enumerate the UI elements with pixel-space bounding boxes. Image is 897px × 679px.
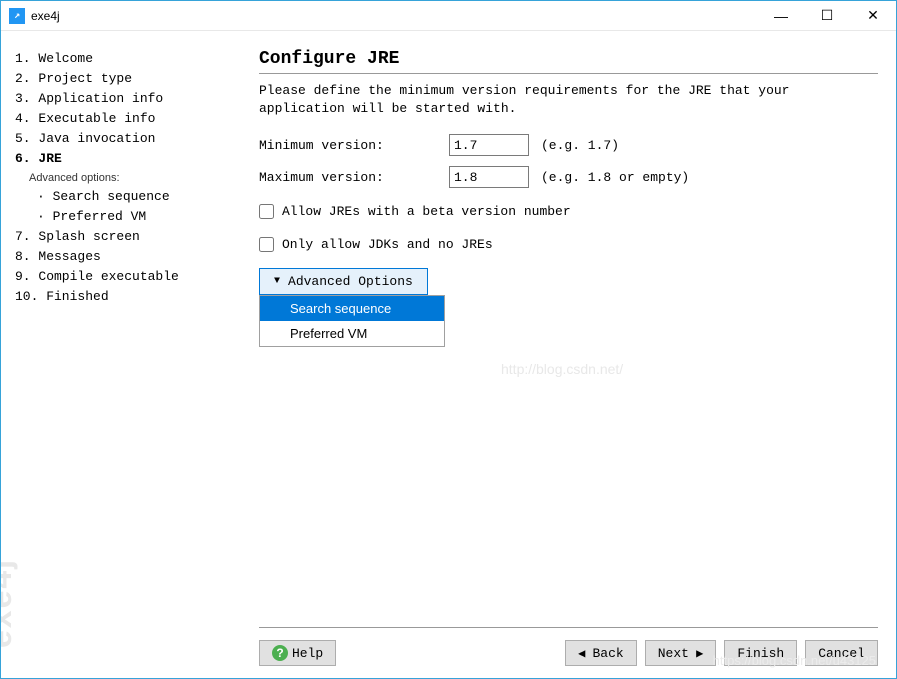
next-button[interactable]: Next ▶ — [645, 640, 717, 666]
sidebar-step-finished[interactable]: 10. Finished — [15, 287, 231, 307]
help-icon: ? — [272, 645, 288, 661]
sidebar-step-java-invocation[interactable]: 5. Java invocation — [15, 129, 231, 149]
sidebar-step-welcome[interactable]: 1. Welcome — [15, 49, 231, 69]
sidebar-sub-search-sequence[interactable]: · Search sequence — [37, 187, 231, 207]
allow-beta-label: Allow JREs with a beta version number — [282, 204, 571, 219]
advanced-options-button[interactable]: ▼ Advanced Options — [259, 268, 428, 295]
only-jdk-checkbox[interactable] — [259, 237, 274, 252]
min-version-label: Minimum version: — [259, 138, 449, 153]
sidebar-step-messages[interactable]: 8. Messages — [15, 247, 231, 267]
max-version-row: Maximum version: (e.g. 1.8 or empty) — [259, 166, 878, 188]
footer-divider — [259, 627, 878, 628]
footer-buttons: ? Help ◀ Back Next ▶ Finish — [259, 640, 878, 666]
allow-beta-checkbox[interactable] — [259, 204, 274, 219]
footer: ? Help ◀ Back Next ▶ Finish — [259, 627, 878, 666]
page-description: Please define the minimum version requir… — [259, 82, 878, 118]
sidebar-step-project-type[interactable]: 2. Project type — [15, 69, 231, 89]
max-version-label: Maximum version: — [259, 170, 449, 185]
help-button[interactable]: ? Help — [259, 640, 336, 666]
window-title: exe4j — [31, 9, 758, 23]
dropdown-item-search-sequence[interactable]: Search sequence — [260, 296, 444, 321]
sidebar-step-executable-info[interactable]: 4. Executable info — [15, 109, 231, 129]
arrow-left-icon: ◀ — [578, 646, 592, 661]
sidebar: 1. Welcome 2. Project type 3. Applicatio… — [1, 31, 241, 678]
finish-label: Finish — [737, 646, 784, 661]
content-area: 1. Welcome 2. Project type 3. Applicatio… — [1, 31, 896, 678]
cancel-label: Cancel — [818, 646, 865, 661]
sidebar-step-compile-executable[interactable]: 9. Compile executable — [15, 267, 231, 287]
max-version-input[interactable] — [449, 166, 529, 188]
triangle-down-icon: ▼ — [274, 276, 280, 287]
sidebar-watermark: exe4j — [1, 558, 19, 648]
advanced-options-label: Advanced Options — [288, 274, 413, 289]
back-label: Back — [593, 646, 624, 661]
only-jdk-label: Only allow JDKs and no JREs — [282, 237, 493, 252]
titlebar: ↗ exe4j — ☐ ✕ — [1, 1, 896, 31]
dropdown-item-preferred-vm[interactable]: Preferred VM — [260, 321, 444, 346]
help-label: Help — [292, 646, 323, 661]
advanced-options-dropdown: Search sequence Preferred VM — [259, 295, 445, 347]
min-version-hint: (e.g. 1.7) — [541, 138, 619, 153]
allow-beta-row: Allow JREs with a beta version number — [259, 204, 878, 219]
page-title: Configure JRE — [259, 49, 878, 69]
app-icon: ↗ — [9, 8, 25, 24]
close-button[interactable]: ✕ — [850, 1, 896, 31]
min-version-row: Minimum version: (e.g. 1.7) — [259, 134, 878, 156]
sidebar-step-application-info[interactable]: 3. Application info — [15, 89, 231, 109]
minimize-button[interactable]: — — [758, 1, 804, 31]
arrow-right-icon: ▶ — [689, 646, 703, 661]
window-controls: — ☐ ✕ — [758, 1, 896, 31]
sidebar-step-splash-screen[interactable]: 7. Splash screen — [15, 227, 231, 247]
max-version-hint: (e.g. 1.8 or empty) — [541, 170, 689, 185]
main-panel: Configure JRE Please define the minimum … — [241, 31, 896, 678]
finish-button[interactable]: Finish — [724, 640, 797, 666]
back-button[interactable]: ◀ Back — [565, 640, 637, 666]
cancel-button[interactable]: Cancel — [805, 640, 878, 666]
only-jdk-row: Only allow JDKs and no JREs — [259, 237, 878, 252]
title-divider — [259, 73, 878, 74]
min-version-input[interactable] — [449, 134, 529, 156]
sidebar-sub-preferred-vm[interactable]: · Preferred VM — [37, 207, 231, 227]
next-label: Next — [658, 646, 689, 661]
app-window: ↗ exe4j — ☐ ✕ 1. Welcome 2. Project type… — [0, 0, 897, 679]
sidebar-advanced-label: Advanced options: — [29, 169, 231, 187]
maximize-button[interactable]: ☐ — [804, 1, 850, 31]
content-watermark: http://blog.csdn.net/ — [501, 361, 623, 377]
sidebar-step-jre[interactable]: 6. JRE — [15, 149, 231, 169]
